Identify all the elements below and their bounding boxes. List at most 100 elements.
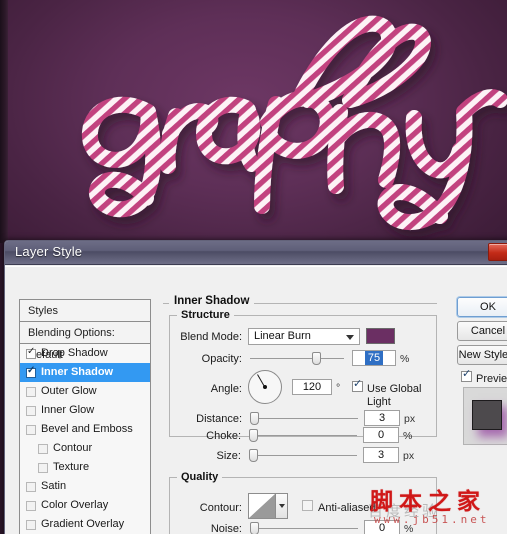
structure-legend: Structure bbox=[177, 309, 234, 321]
slider-track bbox=[250, 358, 344, 359]
panel-title: Inner Shadow bbox=[169, 295, 255, 307]
checkbox-gradient-overlay[interactable] bbox=[26, 519, 36, 530]
checkbox-drop-shadow[interactable] bbox=[26, 346, 36, 359]
slider-thumb[interactable] bbox=[312, 352, 321, 365]
angle-value: 120 bbox=[302, 381, 322, 393]
size-input[interactable]: 3 bbox=[363, 447, 399, 463]
slider-track bbox=[250, 528, 358, 529]
slider-thumb[interactable] bbox=[249, 449, 258, 462]
style-item-satin[interactable]: Satin bbox=[20, 477, 150, 496]
styles-list-header: Styles bbox=[20, 300, 150, 322]
opacity-label: Opacity: bbox=[201, 353, 242, 365]
structure-group: Structure Blend Mode: Linear Burn Opacit… bbox=[169, 309, 437, 437]
style-item-label: Outer Glow bbox=[41, 385, 97, 397]
quality-group: Quality Contour: Anti-aliased Noise: 0 % bbox=[169, 471, 437, 534]
slider-track bbox=[249, 435, 357, 436]
noise-slider[interactable] bbox=[250, 520, 358, 534]
checkbox-inner-glow[interactable] bbox=[26, 405, 36, 416]
styles-list[interactable]: Styles Blending Options: Default Drop Sh… bbox=[19, 299, 151, 534]
checkbox-texture[interactable] bbox=[38, 462, 48, 473]
distance-value: 3 bbox=[378, 412, 386, 424]
choke-value: 0 bbox=[377, 429, 385, 441]
style-item-inner-glow[interactable]: Inner Glow bbox=[20, 401, 150, 420]
anti-aliased-checkbox[interactable] bbox=[302, 500, 313, 511]
layer-style-dialog: Layer Style Styles Blending Options: Def… bbox=[4, 240, 507, 534]
size-slider[interactable] bbox=[249, 447, 357, 463]
slider-thumb[interactable] bbox=[250, 522, 259, 534]
quality-legend: Quality bbox=[177, 471, 223, 483]
anti-aliased-label: Anti-aliased bbox=[318, 502, 376, 514]
contour-curve-preview bbox=[249, 494, 276, 518]
angle-unit: ° bbox=[336, 382, 341, 394]
style-item-label: Color Overlay bbox=[41, 499, 109, 511]
size-value: 3 bbox=[377, 449, 385, 461]
style-item-label: Texture bbox=[53, 461, 90, 473]
dialog-body: Styles Blending Options: Default Drop Sh… bbox=[5, 266, 507, 534]
checkbox-bevel-and-emboss[interactable] bbox=[26, 424, 36, 435]
choke-unit: % bbox=[403, 430, 413, 442]
choke-label: Choke: bbox=[206, 430, 241, 442]
blending-options-row[interactable]: Blending Options: Default bbox=[20, 322, 150, 361]
preview-label: Preview bbox=[476, 373, 507, 385]
style-item-color-overlay[interactable]: Color Overlay bbox=[20, 496, 150, 515]
style-item-texture[interactable]: Texture bbox=[20, 458, 150, 477]
checkbox-color-overlay[interactable] bbox=[26, 500, 36, 511]
chevron-down-icon bbox=[346, 335, 354, 340]
slider-thumb[interactable] bbox=[250, 412, 259, 425]
new-style-button[interactable]: New Style... bbox=[457, 345, 507, 365]
contour-preset-picker[interactable] bbox=[248, 493, 288, 519]
close-icon[interactable] bbox=[488, 243, 507, 261]
chevron-down-icon[interactable] bbox=[276, 494, 287, 518]
angle-label: Angle: bbox=[210, 383, 242, 395]
style-item-bevel-and-emboss[interactable]: Bevel and Emboss bbox=[20, 420, 150, 439]
distance-label: Distance: bbox=[196, 413, 242, 425]
slider-track bbox=[250, 418, 358, 419]
blend-mode-select[interactable]: Linear Burn bbox=[248, 328, 360, 345]
noise-input[interactable]: 0 bbox=[364, 520, 400, 534]
preview-thumbnail-shape bbox=[472, 400, 502, 430]
preview-checkbox[interactable] bbox=[461, 368, 472, 382]
opacity-value: 75 bbox=[364, 351, 384, 365]
angle-dial[interactable] bbox=[248, 370, 282, 404]
shadow-color-swatch[interactable] bbox=[366, 328, 395, 344]
opacity-slider[interactable] bbox=[250, 350, 344, 366]
opacity-input[interactable]: 75 bbox=[352, 350, 396, 366]
style-item-label: Drop Shadow bbox=[41, 347, 108, 359]
style-item-label: Bevel and Emboss bbox=[41, 423, 133, 435]
inner-shadow-settings-panel: Inner Shadow Structure Blend Mode: Linea… bbox=[163, 295, 443, 534]
style-item-label: Inner Shadow bbox=[41, 366, 114, 378]
cancel-button[interactable]: Cancel bbox=[457, 321, 507, 341]
choke-slider[interactable] bbox=[249, 427, 357, 443]
artwork-canvas bbox=[0, 0, 507, 243]
distance-unit: px bbox=[404, 413, 416, 425]
angle-dial-hub bbox=[263, 385, 267, 389]
slider-thumb[interactable] bbox=[249, 429, 258, 442]
style-item-label: Contour bbox=[53, 442, 93, 454]
style-item-outer-glow[interactable]: Outer Glow bbox=[20, 382, 150, 401]
distance-slider[interactable] bbox=[250, 410, 358, 426]
size-label: Size: bbox=[216, 450, 241, 462]
noise-label: Noise: bbox=[210, 523, 242, 534]
checkbox-inner-shadow[interactable] bbox=[26, 365, 36, 378]
style-item-label: Inner Glow bbox=[41, 404, 95, 416]
use-global-light-checkbox[interactable] bbox=[352, 378, 363, 392]
checkbox-outer-glow[interactable] bbox=[26, 386, 36, 397]
checkbox-satin[interactable] bbox=[26, 481, 36, 492]
dialog-titlebar[interactable]: Layer Style bbox=[5, 241, 507, 265]
rope-lettering-graphic bbox=[81, 15, 507, 231]
style-item-contour[interactable]: Contour bbox=[20, 439, 150, 458]
noise-unit: % bbox=[404, 523, 414, 534]
choke-input[interactable]: 0 bbox=[363, 427, 399, 443]
use-global-light-label: Use Global Light bbox=[367, 383, 422, 408]
ok-button[interactable]: OK bbox=[457, 297, 507, 317]
opacity-unit: % bbox=[400, 353, 410, 365]
checkbox-contour[interactable] bbox=[38, 443, 48, 454]
dialog-title: Layer Style bbox=[15, 244, 83, 259]
style-item-label: Satin bbox=[41, 480, 67, 492]
style-item-gradient-overlay[interactable]: Gradient Overlay bbox=[20, 515, 150, 534]
style-item-label: Gradient Overlay bbox=[41, 518, 125, 530]
distance-input[interactable]: 3 bbox=[364, 410, 400, 426]
angle-input[interactable]: 120 bbox=[292, 379, 332, 395]
noise-value: 0 bbox=[378, 522, 386, 534]
size-unit: px bbox=[403, 450, 415, 462]
